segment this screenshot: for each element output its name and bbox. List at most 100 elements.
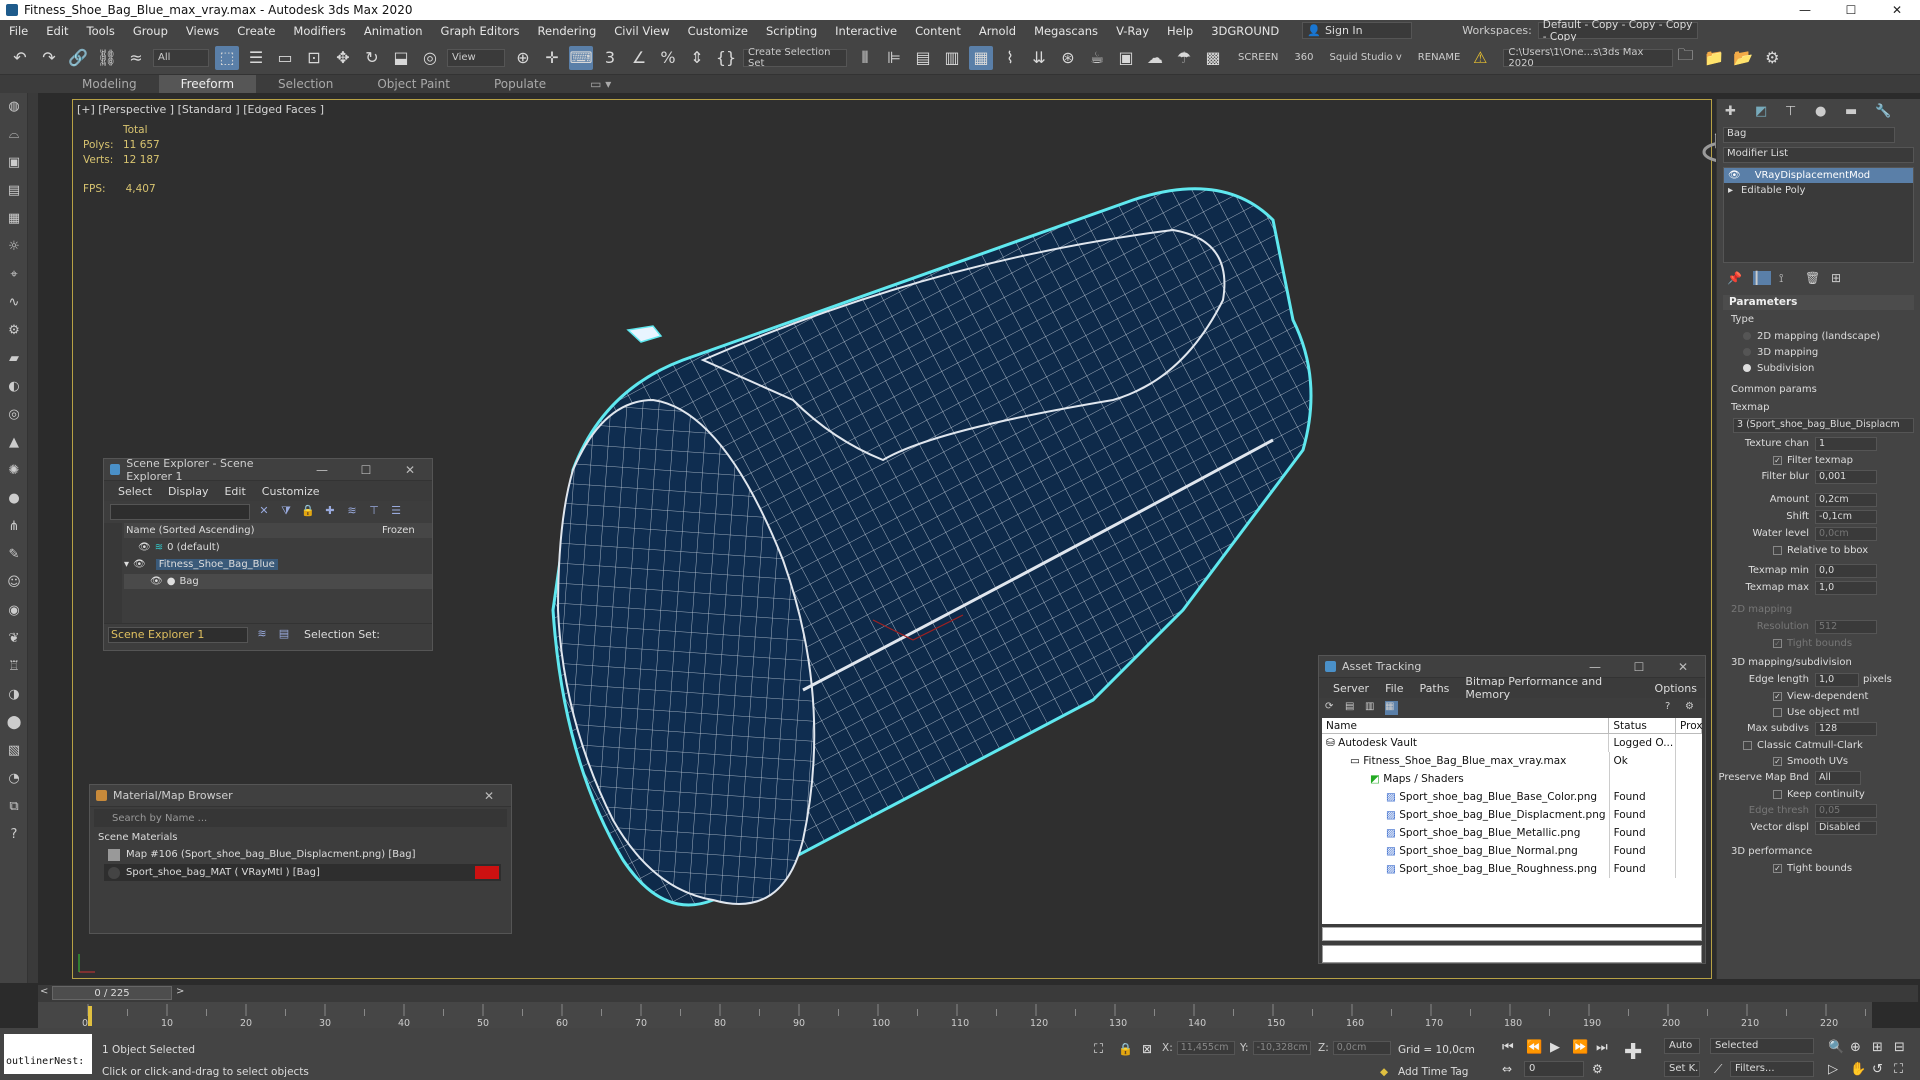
sign-in-dropdown[interactable]: 👤 Sign In [1302,22,1413,39]
utilities-tab-icon[interactable]: 🔧 [1875,104,1897,119]
tight-bounds-2-checkbox[interactable]: ✓ Tight bounds [1717,860,1920,876]
key-mode-icon[interactable]: ⇔ [1502,1062,1512,1076]
shift-field[interactable]: Shift -0,1cm [1717,508,1920,525]
tab-selection[interactable]: Selection [256,75,355,93]
menu-edit[interactable]: Edit [37,24,77,38]
field-value[interactable]: 0,001 [1815,469,1877,484]
script-icon[interactable]: ⧉ [4,799,24,819]
field-value[interactable]: 0,0 [1815,563,1877,578]
rotate-icon[interactable]: ↻ [360,46,384,70]
menu-help[interactable]: Help [1158,24,1202,38]
current-frame-field[interactable]: 0 [1524,1061,1584,1077]
table-row[interactable]: ▨ Sport_shoe_bag_Blue_Base_Color.png Fou… [1322,788,1702,806]
edit-named-selection-icon[interactable]: {} [714,46,738,70]
asset-tracking-minimize[interactable]: — [1573,660,1617,674]
scene-materials-section[interactable]: Scene Materials [90,829,511,845]
layer-explorer-icon[interactable]: ▤ [911,46,935,70]
add-time-tag-button[interactable]: Add Time Tag [1398,1066,1468,1078]
vray-icon[interactable]: ◔ [4,771,24,791]
globe-icon[interactable]: ◉ [4,603,24,623]
systems-icon[interactable]: ⚙ [4,323,24,343]
time-slider-handle[interactable]: 0 / 225 [52,986,172,1000]
pin-stack-icon[interactable]: 📌 [1727,271,1745,285]
cone-icon[interactable]: ▲ [4,435,24,455]
asset-tracking-close[interactable]: ✕ [1661,660,1705,674]
create-cylinder-icon[interactable]: ⌓ [4,127,24,147]
list-item[interactable]: Sport_shoe_bag_MAT ( VRayMtl ) [Bag] [104,864,501,881]
clear-search-icon[interactable]: ✕ [256,504,272,520]
menu-file[interactable]: File [0,24,37,38]
warning-icon[interactable]: ⚠ [1468,46,1492,70]
se-menu-select[interactable]: Select [118,485,152,498]
snaps-toggle-icon[interactable]: 3 [598,46,622,70]
scene-explorer-search-input[interactable] [110,504,250,520]
se-menu-display[interactable]: Display [168,485,209,498]
stack-item-vray-displacement[interactable]: 👁 VRayDisplacementMod [1724,168,1913,183]
reference-coordinate-dropdown[interactable]: View [447,48,505,67]
named-selection-dropdown[interactable]: Create Selection Set [743,47,847,69]
close-button[interactable]: ✕ [1874,3,1920,17]
view-dependent-checkbox[interactable]: ✓ View-dependent [1717,688,1920,704]
orbit-icon[interactable]: ↺ [1872,1062,1883,1077]
ribbon-toggle-icon[interactable]: ▥ [940,46,964,70]
redo-icon[interactable]: ↷ [37,46,61,70]
tab-object-paint[interactable]: Object Paint [355,75,472,93]
time-slider[interactable]: < 0 / 225 > [38,985,1918,1002]
relative-to-bbox-checkbox[interactable]: Relative to bbox [1717,542,1920,558]
placement-icon[interactable]: ◎ [418,46,442,70]
save-folder-icon[interactable]: 📂 [1731,46,1755,70]
select-manipulate-icon[interactable]: ✛ [540,46,564,70]
viewport-label[interactable]: [+] [Perspective ] [Standard ] [Edged Fa… [77,103,324,116]
resolution-field[interactable]: Resolution 512 [1717,618,1920,635]
scene-explorer-minimize[interactable]: — [300,463,344,477]
collapse-arrow-icon[interactable]: ▾ [124,559,129,570]
at-menu-paths[interactable]: Paths [1420,682,1450,695]
field-value[interactable]: 0,0cm [1815,526,1877,541]
figure-icon[interactable]: ☺ [4,575,24,595]
layers-icon[interactable]: ≋ [344,504,360,520]
squid-studio-button[interactable]: Squid Studio v [1330,52,1402,63]
vector-displ-dropdown[interactable]: Vector displ Disabled [1717,819,1920,836]
table-row[interactable]: ▨ Sport_shoe_bag_Blue_Metallic.png Found [1322,824,1702,842]
list-item[interactable]: ▾ 👁 Fitness_Shoe_Bag_Blue [124,557,432,572]
scene-explorer-close[interactable]: ✕ [388,463,432,477]
pivot-center-icon[interactable]: ⊕ [511,46,535,70]
set-key-button[interactable]: Set K. [1664,1061,1700,1077]
rename-button[interactable]: RENAME [1418,52,1461,63]
field-value[interactable]: 512 [1815,619,1877,634]
lock-icon[interactable]: 🔒 [300,504,316,520]
render-setup-icon[interactable]: ☕ [1085,46,1109,70]
filter-icon[interactable]: ⧩ [278,504,294,520]
maximize-viewport-icon[interactable]: ⛶ [1894,1062,1903,1077]
list-item[interactable]: 👁 ● Bag [124,574,432,589]
field-value[interactable]: 1 [1815,436,1877,451]
modify-tab-icon[interactable]: ◩ [1755,104,1777,119]
helpers-icon[interactable]: ⌖ [4,267,24,287]
time-next-icon[interactable]: > [176,986,184,997]
list-item[interactable]: Map #106 (Sport_shoe_bag_Blue_Displacmen… [104,846,501,863]
help-icon[interactable]: ? [1665,701,1678,715]
scene-explorer-name-dropdown[interactable]: Scene Explorer 1 [108,626,248,643]
project-path-dropdown[interactable]: C:\Users\1\One...s\3ds Max 2020 [1503,47,1674,69]
tight-bounds-checkbox[interactable]: ✓ Tight bounds [1717,635,1920,651]
go-to-start-icon[interactable]: ⏮ [1502,1040,1514,1055]
window-crossing-icon[interactable]: ⊡ [302,46,326,70]
y-coord-field[interactable]: -10,328cm [1252,1041,1311,1055]
vray-frame-buffer-icon[interactable]: ▩ [1201,46,1225,70]
menu-civil-view[interactable]: Civil View [605,24,678,38]
col-name-header[interactable]: Name (Sorted Ascending) [126,525,255,536]
table-view-icon[interactable]: ▦ [1385,701,1398,715]
field-value[interactable]: 128 [1815,721,1877,736]
menu-tools[interactable]: Tools [78,24,124,38]
texmap-button[interactable]: 3 (Sport_shoe_bag_Blue_Displacm [1733,418,1914,433]
texture-chan-field[interactable]: Texture chan 1 [1717,435,1920,452]
eye-icon[interactable]: 👁 [1728,170,1741,181]
amount-field[interactable]: Amount 0,2cm [1717,491,1920,508]
minimize-button[interactable]: — [1782,3,1828,17]
tab-modeling[interactable]: Modeling [60,75,159,93]
workspaces-dropdown[interactable]: Default - Copy - Copy - Copy - Copy [1537,19,1698,43]
menu-group[interactable]: Group [124,24,177,38]
at-menu-server[interactable]: Server [1333,682,1369,695]
at-menu-file[interactable]: File [1385,682,1403,695]
selected-dropdown[interactable]: Selected [1710,1038,1814,1054]
